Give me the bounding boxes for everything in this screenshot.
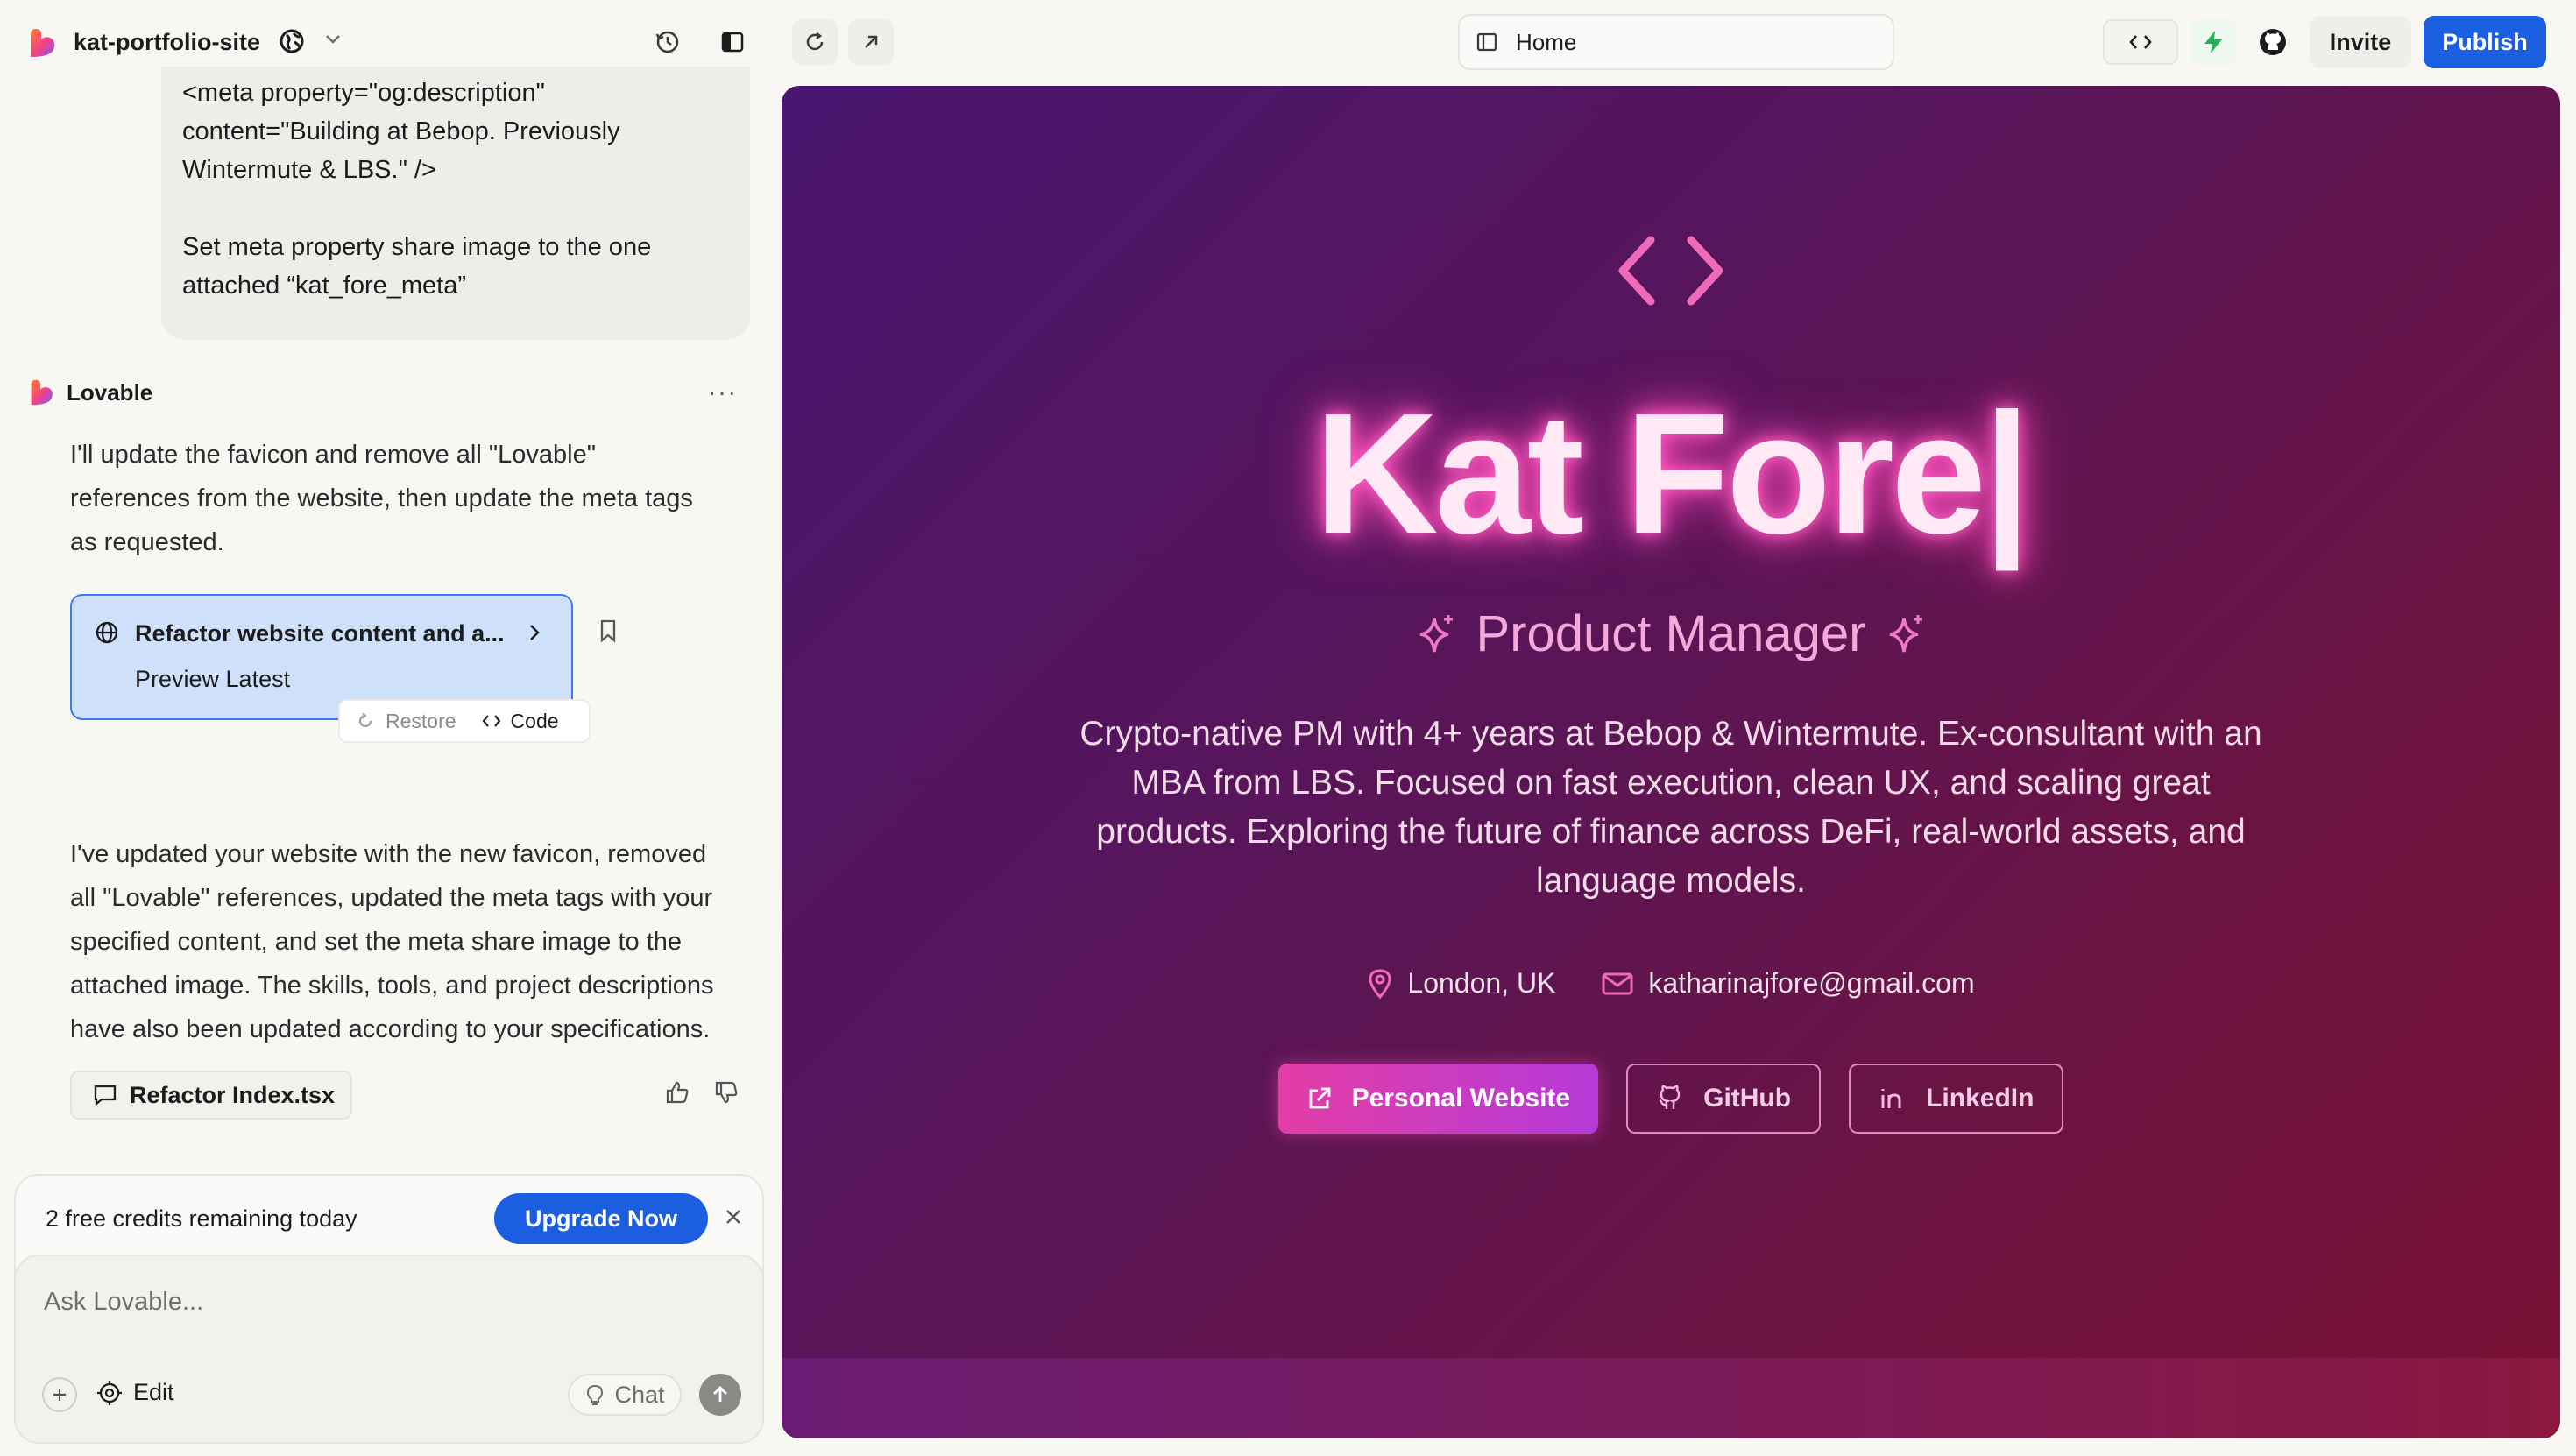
github-icon	[1659, 1085, 1681, 1109]
code-view-icon[interactable]	[2103, 19, 2178, 65]
chevron-down-icon[interactable]	[324, 33, 342, 46]
assistant-header: Lovable	[28, 378, 152, 406]
assistant-message-summary: I've updated your website with the new f…	[70, 840, 714, 1043]
restore-button[interactable]: Restore	[356, 710, 456, 733]
personal-website-button[interactable]: Personal Website	[1277, 1064, 1599, 1134]
preview-bottom-band	[782, 1358, 2560, 1438]
change-card-subtitle: Preview Latest	[135, 666, 291, 692]
project-name[interactable]: kat-portfolio-site	[74, 26, 260, 58]
publish-button[interactable]: Publish	[2424, 16, 2546, 68]
mail-icon	[1602, 972, 1633, 994]
sparkles-icon	[1415, 611, 1457, 657]
chat-input-placeholder[interactable]: Ask Lovable...	[44, 1288, 203, 1317]
map-pin-icon	[1369, 968, 1391, 999]
email[interactable]: katharinajfore@gmail.com	[1601, 967, 1975, 1000]
history-icon[interactable]	[645, 19, 690, 65]
refresh-icon[interactable]	[792, 19, 838, 65]
linkedin-icon	[1881, 1089, 1901, 1108]
add-attachment-button[interactable]	[42, 1377, 77, 1412]
chevron-right-icon[interactable]	[527, 622, 541, 643]
open-external-icon[interactable]	[848, 19, 894, 65]
chat-mode-label: Chat	[614, 1381, 665, 1408]
assistant-name: Lovable	[67, 378, 153, 406]
link-buttons: Personal Website GitHub LinkedIn	[782, 1064, 2560, 1134]
linkedin-button[interactable]: LinkedIn	[1849, 1064, 2064, 1134]
preview-address-bar[interactable]: Home	[1458, 14, 1894, 70]
edit-label: Edit	[133, 1379, 174, 1405]
external-link-icon	[1309, 1087, 1330, 1109]
close-icon[interactable]	[724, 1207, 743, 1226]
linkedin-label: LinkedIn	[1926, 1084, 2035, 1113]
github-label: GitHub	[1703, 1084, 1792, 1113]
chat-mode-button[interactable]: Chat	[568, 1374, 682, 1416]
send-button[interactable]	[699, 1374, 741, 1416]
email-text: katharinajfore@gmail.com	[1648, 967, 1975, 999]
location: London, UK	[1367, 967, 1555, 1000]
lovable-logo-icon[interactable]	[26, 26, 60, 60]
bio-text: Crypto-native PM with 4+ years at Bebop …	[1079, 715, 2262, 900]
comment-icon	[93, 1084, 117, 1106]
globe-icon	[95, 620, 119, 645]
thumbs-down-icon[interactable]	[713, 1079, 740, 1106]
bolt-icon[interactable]	[2190, 19, 2236, 65]
bookmark-icon[interactable]	[598, 618, 619, 643]
restore-code-bar: Restore Code	[338, 699, 591, 743]
site-preview: Kat Fore| Product Manager Crypto-native …	[782, 86, 2560, 1438]
target-icon	[97, 1380, 122, 1405]
lightbulb-icon	[587, 1384, 604, 1405]
assistant-message-intro: I'll update the favicon and remove all "…	[70, 441, 693, 556]
file-tag[interactable]: Refactor Index.tsx	[70, 1071, 352, 1120]
user-message: <meta property="og:description" content=…	[161, 67, 750, 340]
personal-website-label: Personal Website	[1351, 1084, 1571, 1113]
code-button[interactable]: Code	[481, 710, 559, 733]
hero-name: Kat Fore|	[1314, 378, 2031, 569]
edit-button[interactable]: Edit	[96, 1379, 174, 1406]
contact-row: London, UK katharinajfore@gmail.com	[782, 967, 2560, 1000]
user-message-text: <meta property="og:description" content=…	[182, 79, 652, 300]
github-button[interactable]: GitHub	[1626, 1064, 1822, 1134]
arrow-up-icon	[713, 1386, 727, 1402]
credits-text: 2 free credits remaining today	[46, 1205, 357, 1232]
globe-public-icon[interactable]	[279, 28, 305, 54]
lovable-avatar-icon	[28, 378, 56, 406]
restore-label: Restore	[386, 709, 456, 732]
role-title: Product Manager	[1476, 605, 1866, 662]
chat-input-box[interactable]: Ask Lovable... Edit Chat	[14, 1255, 764, 1444]
page-icon	[1476, 31, 1498, 53]
sparkles-icon	[1885, 611, 1927, 657]
address-text: Home	[1516, 28, 1577, 55]
upgrade-now-button[interactable]: Upgrade Now	[494, 1193, 708, 1244]
file-tag-label: Refactor Index.tsx	[130, 1081, 336, 1108]
plus-icon	[53, 1389, 66, 1401]
code-label: Code	[510, 709, 559, 732]
chat-panel: <meta property="og:description" content=…	[0, 67, 771, 1456]
thumbs-up-icon[interactable]	[664, 1079, 690, 1106]
github-icon[interactable]	[2250, 19, 2296, 65]
role-line: Product Manager	[782, 604, 2560, 663]
invite-button[interactable]: Invite	[2310, 16, 2411, 68]
change-card-title: Refactor website content and a...	[135, 620, 505, 647]
sidebar-toggle-icon[interactable]	[710, 19, 755, 65]
more-options-icon[interactable]: ···	[708, 378, 738, 406]
location-text: London, UK	[1407, 967, 1556, 999]
code-brackets-icon	[1616, 233, 1726, 308]
